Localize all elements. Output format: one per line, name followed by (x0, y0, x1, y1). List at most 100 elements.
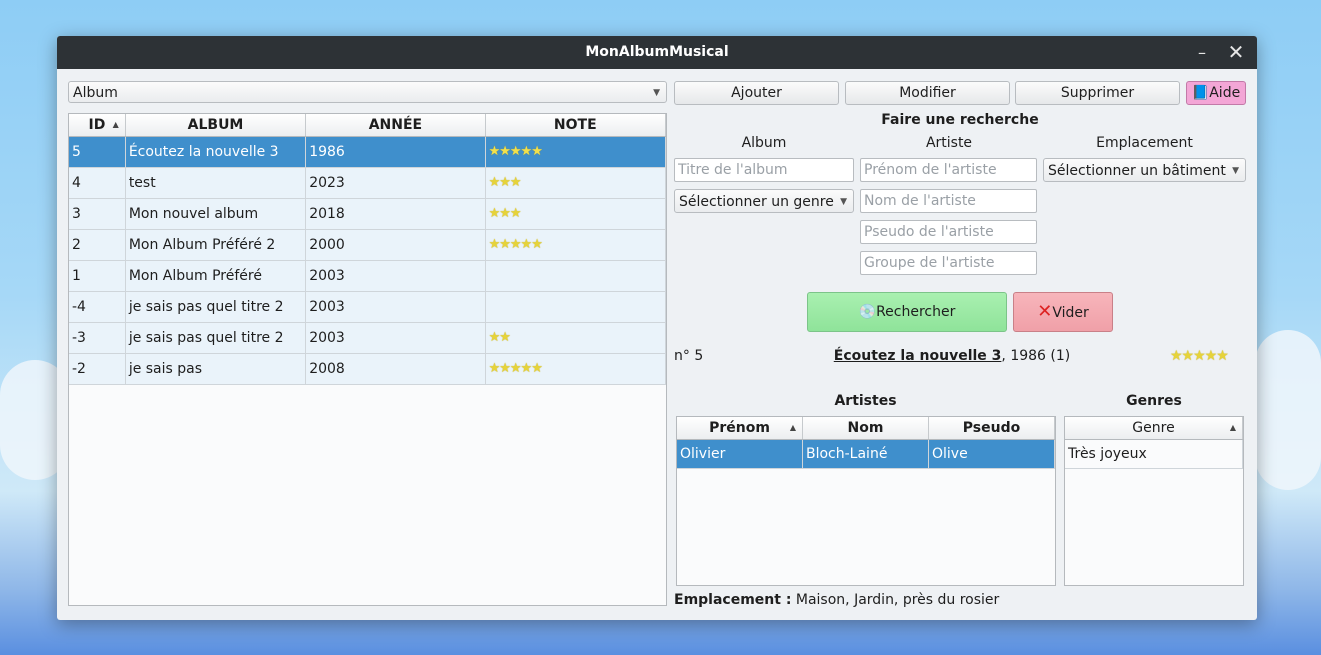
table-row[interactable]: 5 Écoutez la nouvelle 3 1986 ★★★★★ (69, 137, 666, 168)
artists-table-header: Prénom ▲ Nom Pseudo (677, 417, 1055, 440)
genres-table[interactable]: Genre ▲ Très joyeux (1064, 416, 1244, 586)
edit-button[interactable]: Modifier (845, 81, 1010, 105)
album-title-cell: Mon Album Préféré 2 (126, 230, 307, 260)
building-select[interactable]: Sélectionner un bâtiment ▼ (1043, 158, 1246, 182)
genre-select-value: Sélectionner un genre (679, 194, 834, 210)
album-number: n° 5 (674, 348, 704, 364)
close-button[interactable]: ✕ (1221, 36, 1251, 69)
artist-group-field[interactable] (860, 251, 1037, 275)
location-label: Emplacement : (674, 592, 792, 608)
genres-table-header: Genre ▲ (1065, 417, 1243, 440)
album-id-cell: -3 (69, 323, 126, 353)
album-title-cell: Écoutez la nouvelle 3 (126, 137, 307, 167)
clear-button-label: Vider (1052, 305, 1089, 321)
search-button-label: Rechercher (876, 304, 956, 320)
album-year-cell: 2003 (306, 323, 486, 353)
delete-button[interactable]: Supprimer (1015, 81, 1180, 105)
table-row[interactable]: Olivier Bloch-Lainé Olive (677, 440, 1055, 469)
category-select[interactable]: Album ▼ (68, 81, 667, 103)
column-header-year[interactable]: ANNÉE (306, 114, 486, 136)
album-detail-name: Écoutez la nouvelle 3 (833, 348, 1002, 364)
add-button[interactable]: Ajouter (674, 81, 839, 105)
album-year-cell: 2003 (306, 292, 486, 322)
album-id-cell: 1 (69, 261, 126, 291)
album-year-cell: 2023 (306, 168, 486, 198)
minimize-button[interactable]: – (1187, 36, 1217, 69)
column-header-rating[interactable]: NOTE (486, 114, 666, 136)
table-row[interactable]: 1 Mon Album Préféré 2003 (69, 261, 666, 292)
album-year-cell: 2018 (306, 199, 486, 229)
album-title-cell: Mon Album Préféré (126, 261, 307, 291)
app-window: MonAlbumMusical – ✕ Album ▼ ID ▲ ALBUM A… (57, 36, 1257, 620)
album-title-cell: je sais pas quel titre 2 (126, 292, 307, 322)
album-rating-cell: ★★★★★ (486, 354, 666, 384)
album-year-cell: 2000 (306, 230, 486, 260)
genre-select[interactable]: Sélectionner un genre ▼ (674, 189, 854, 213)
chevron-down-icon: ▼ (1232, 166, 1239, 176)
artist-lastname-field[interactable] (860, 189, 1037, 213)
search-button[interactable]: 💿Rechercher (807, 292, 1007, 332)
table-row[interactable]: 3 Mon nouvel album 2018 ★★★ (69, 199, 666, 230)
column-header-firstname[interactable]: Prénom ▲ (677, 417, 803, 439)
column-header-lastname[interactable]: Nom (803, 417, 929, 439)
table-row[interactable]: 2 Mon Album Préféré 2 2000 ★★★★★ (69, 230, 666, 261)
album-detail-info: , 1986 (1) (1001, 348, 1071, 364)
album-title-cell: je sais pas quel titre 2 (126, 323, 307, 353)
title-bar: MonAlbumMusical – ✕ (57, 36, 1257, 69)
column-header-album[interactable]: ALBUM (126, 114, 307, 136)
album-rating-cell: ★★★ (486, 168, 666, 198)
table-row[interactable]: -2 je sais pas 2008 ★★★★★ (69, 354, 666, 385)
album-id-cell: 3 (69, 199, 126, 229)
album-year-cell: 1986 (306, 137, 486, 167)
column-header-pseudo[interactable]: Pseudo (929, 417, 1055, 439)
album-id-cell: -4 (69, 292, 126, 322)
column-header-genre[interactable]: Genre ▲ (1065, 417, 1243, 439)
album-id-cell: 5 (69, 137, 126, 167)
albums-table[interactable]: ID ▲ ALBUM ANNÉE NOTE 5 Écoutez la nouvel… (68, 113, 667, 606)
album-year-cell: 2008 (306, 354, 486, 384)
search-location-column-title: Emplacement (1096, 135, 1193, 151)
artist-lastname-cell: Bloch-Lainé (803, 440, 929, 468)
help-button[interactable]: 📘Aide (1186, 81, 1246, 105)
albums-table-body: 5 Écoutez la nouvelle 3 1986 ★★★★★ 4 test 2023… (69, 137, 666, 385)
album-rating-cell: ★★★★★ (486, 230, 666, 260)
album-id-cell: 4 (69, 168, 126, 198)
table-row[interactable]: -4 je sais pas quel titre 2 2003 (69, 292, 666, 323)
table-row[interactable]: 4 test 2023 ★★★ (69, 168, 666, 199)
background-cloud (1255, 330, 1321, 490)
album-rating-cell (486, 261, 666, 291)
location-line: Emplacement : Maison, Jardin, près du ro… (674, 592, 999, 608)
column-header-id[interactable]: ID ▲ (69, 114, 126, 136)
album-year-cell: 2003 (306, 261, 486, 291)
category-select-value: Album (73, 85, 118, 101)
window-title: MonAlbumMusical (585, 44, 729, 60)
table-row[interactable]: Très joyeux (1065, 440, 1243, 469)
artist-firstname-cell: Olivier (677, 440, 803, 468)
chevron-down-icon: ▼ (840, 197, 847, 207)
album-title-cell: test (126, 168, 307, 198)
album-id-cell: -2 (69, 354, 126, 384)
albums-table-header: ID ▲ ALBUM ANNÉE NOTE (69, 114, 666, 137)
search-artist-column-title: Artiste (925, 135, 973, 151)
sort-ascending-icon: ▲ (789, 423, 796, 432)
sort-ascending-icon: ▲ (1229, 423, 1236, 432)
artist-pseudo-cell: Olive (929, 440, 1055, 468)
genres-title: Genres (1126, 393, 1182, 409)
table-row[interactable]: -3 je sais pas quel titre 2 2003 ★★ (69, 323, 666, 354)
album-rating-cell: ★★★ (486, 199, 666, 229)
genre-cell: Très joyeux (1065, 440, 1243, 468)
artists-table[interactable]: Prénom ▲ Nom Pseudo Olivier Bloch-Lainé … (676, 416, 1056, 586)
album-rating-cell: ★★ (486, 323, 666, 353)
building-select-value: Sélectionner un bâtiment (1048, 163, 1226, 179)
clear-button[interactable]: ✕Vider (1013, 292, 1113, 332)
album-title-field[interactable] (674, 158, 854, 182)
album-rating-cell: ★★★★★ (486, 137, 666, 167)
album-detail-rating: ★★★★★ (1170, 348, 1229, 364)
x-icon: ✕ (1037, 301, 1053, 322)
cd-icon: 💿 (858, 304, 877, 320)
album-title-cell: Mon nouvel album (126, 199, 307, 229)
location-value: Maison, Jardin, près du rosier (791, 592, 1000, 608)
artist-firstname-field[interactable] (860, 158, 1037, 182)
artist-pseudo-field[interactable] (860, 220, 1037, 244)
search-album-column-title: Album (741, 135, 787, 151)
